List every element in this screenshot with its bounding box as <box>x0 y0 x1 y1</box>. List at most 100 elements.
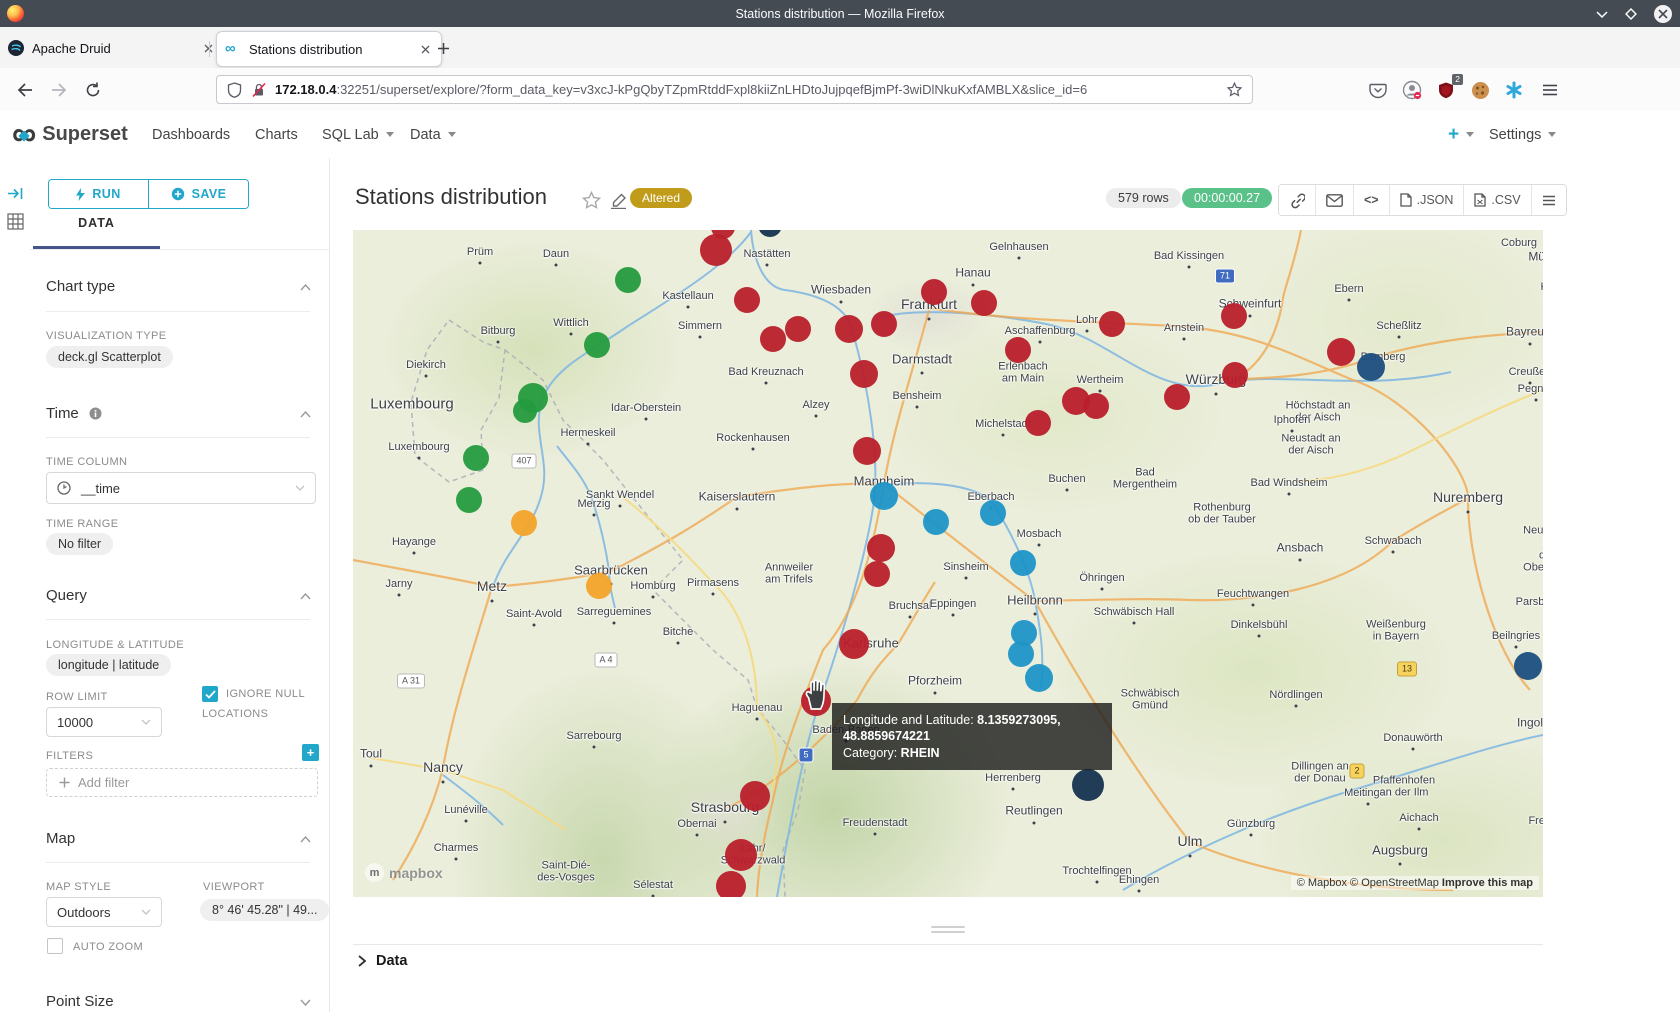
map-city-dot <box>652 596 655 599</box>
panel-resize-handle[interactable] <box>931 926 965 936</box>
map-city-dot <box>593 746 596 749</box>
map-style-select[interactable]: Outdoors <box>46 897 162 927</box>
altered-badge[interactable]: Altered <box>630 188 692 208</box>
visualization-type-value[interactable]: deck.gl Scatterplot <box>46 346 173 368</box>
scatter-point <box>584 332 610 358</box>
run-button[interactable]: RUN <box>49 180 148 208</box>
map-city-label: Nördlingen <box>1269 689 1322 701</box>
back-button[interactable] <box>12 77 38 103</box>
cookie-icon[interactable] <box>1468 78 1492 102</box>
map-city-label: Freudenstadt <box>843 817 908 829</box>
new-tab-button[interactable] <box>432 37 454 59</box>
map-city-label: Heilbronn <box>1007 594 1063 609</box>
map-city-dot <box>1066 489 1069 492</box>
map-city-label: Coburg <box>1501 237 1537 249</box>
map-city-dot <box>1392 551 1395 554</box>
section-query[interactable]: Query <box>46 587 87 604</box>
divider <box>30 249 330 250</box>
window-minimize-button[interactable] <box>1596 10 1608 18</box>
tab-close-icon[interactable] <box>417 41 433 57</box>
map-city-label: Buchen <box>1048 473 1085 485</box>
nav-dashboards[interactable]: Dashboards <box>152 111 230 158</box>
time-column-select[interactable]: __time <box>46 472 316 504</box>
favorite-star-icon[interactable] <box>582 191 601 209</box>
scatter-point <box>1083 393 1109 419</box>
firefox-menu-icon[interactable] <box>1538 78 1562 102</box>
lonlat-value[interactable]: longitude | latitude <box>46 654 171 676</box>
map-city-label: Schwäbisch Hall <box>1094 606 1175 618</box>
nav-data[interactable]: Data <box>410 111 456 158</box>
tab-apache-druid[interactable]: Apache Druid <box>0 31 224 65</box>
map-canvas[interactable]: PrümDaunNastättenGelnhausenHanauBad Kiss… <box>353 230 1543 897</box>
time-range-value[interactable]: No filter <box>46 533 113 555</box>
firefox-titlebar: Stations distribution — Mozilla Firefox <box>0 0 1680 27</box>
section-time[interactable]: Time <box>46 405 102 422</box>
mapbox-logo[interactable]: m mapbox <box>365 863 443 882</box>
add-filter-field[interactable]: Add filter <box>46 768 318 797</box>
section-point-size[interactable]: Point Size <box>46 993 114 1010</box>
nav-charts[interactable]: Charts <box>255 111 298 158</box>
collapse-panel-icon[interactable] <box>7 186 24 203</box>
improve-map-link[interactable]: Improve this map <box>1442 877 1533 889</box>
nav-add-button[interactable]: + <box>1448 111 1474 158</box>
superset-logo[interactable]: ∞ Superset <box>12 119 128 149</box>
window-maximize-button[interactable] <box>1624 7 1638 21</box>
viewport-value[interactable]: 8° 46' 45.28" | 49... <box>200 899 329 921</box>
forward-button[interactable] <box>46 77 72 103</box>
map-city-dot <box>1399 863 1402 866</box>
scatter-point <box>760 326 786 352</box>
map-city-label: Augsburg <box>1372 844 1428 859</box>
insecure-lock-icon[interactable] <box>251 82 267 98</box>
ublock-icon[interactable]: 2 <box>1434 78 1458 102</box>
pocket-icon[interactable] <box>1366 78 1390 102</box>
account-icon[interactable] <box>1400 78 1424 102</box>
chevron-down-icon[interactable] <box>300 999 311 1006</box>
tab-stations-distribution[interactable]: ∞ Stations distribution <box>216 31 442 67</box>
reload-button[interactable] <box>80 77 106 103</box>
auto-zoom-checkbox[interactable] <box>47 938 63 954</box>
data-panel-toggle[interactable]: Data <box>358 953 407 969</box>
extension-asterisk-icon[interactable] <box>1502 78 1526 102</box>
chevron-up-icon[interactable] <box>300 593 311 600</box>
email-button[interactable] <box>1315 185 1353 215</box>
map-city-label: Günzburg <box>1227 818 1275 830</box>
map-city-label: Simmern <box>678 320 722 332</box>
row-limit-label: ROW LIMIT <box>46 691 108 703</box>
edit-icon[interactable] <box>610 193 627 209</box>
map-city-dot <box>1258 635 1261 638</box>
bookmark-star-icon[interactable] <box>1227 82 1242 97</box>
export-csv-button[interactable]: .CSV <box>1463 185 1530 215</box>
nav-settings[interactable]: Settings <box>1489 111 1556 158</box>
section-map[interactable]: Map <box>46 830 75 847</box>
ignore-null-checkbox[interactable] <box>202 686 218 702</box>
map-attribution[interactable]: © Mapbox © OpenStreetMap Improve this ma… <box>1291 876 1539 890</box>
section-chart-type[interactable]: Chart type <box>46 278 115 295</box>
map-city-dot <box>1288 493 1291 496</box>
map-city-dot <box>425 375 428 378</box>
url-bar[interactable]: 172.18.0.4:32251/superset/explore/?form_… <box>216 75 1253 104</box>
shield-icon[interactable] <box>227 82 242 98</box>
ignore-null-control[interactable]: IGNORE NULL LOCATIONS <box>202 684 327 724</box>
embed-code-button[interactable]: <> <box>1353 185 1389 215</box>
tab-close-icon[interactable] <box>200 40 216 56</box>
map-city-dot <box>1398 336 1401 339</box>
map-city-label: Daun <box>543 248 569 260</box>
chevron-up-icon[interactable] <box>300 411 311 418</box>
map-city-label: Pegnitz <box>1518 383 1543 395</box>
map-city-label: Lunéville <box>444 804 487 816</box>
add-filter-plus-button[interactable]: + <box>302 744 319 761</box>
window-close-button[interactable] <box>1654 5 1672 23</box>
nav-sql-lab[interactable]: SQL Lab <box>322 111 394 158</box>
save-button[interactable]: SAVE <box>148 180 248 208</box>
chevron-up-icon[interactable] <box>300 284 311 291</box>
divider <box>46 437 310 438</box>
share-link-button[interactable] <box>1279 185 1315 215</box>
map-city-label: Kaiserslautern <box>699 490 776 503</box>
chevron-up-icon[interactable] <box>300 836 311 843</box>
export-json-button[interactable]: .JSON <box>1389 185 1464 215</box>
chart-menu-button[interactable] <box>1531 185 1566 215</box>
row-limit-select[interactable]: 10000 <box>46 707 162 737</box>
scatter-point <box>921 279 947 305</box>
tab-data[interactable]: DATA <box>33 216 160 230</box>
datasource-grid-icon[interactable] <box>7 213 24 230</box>
